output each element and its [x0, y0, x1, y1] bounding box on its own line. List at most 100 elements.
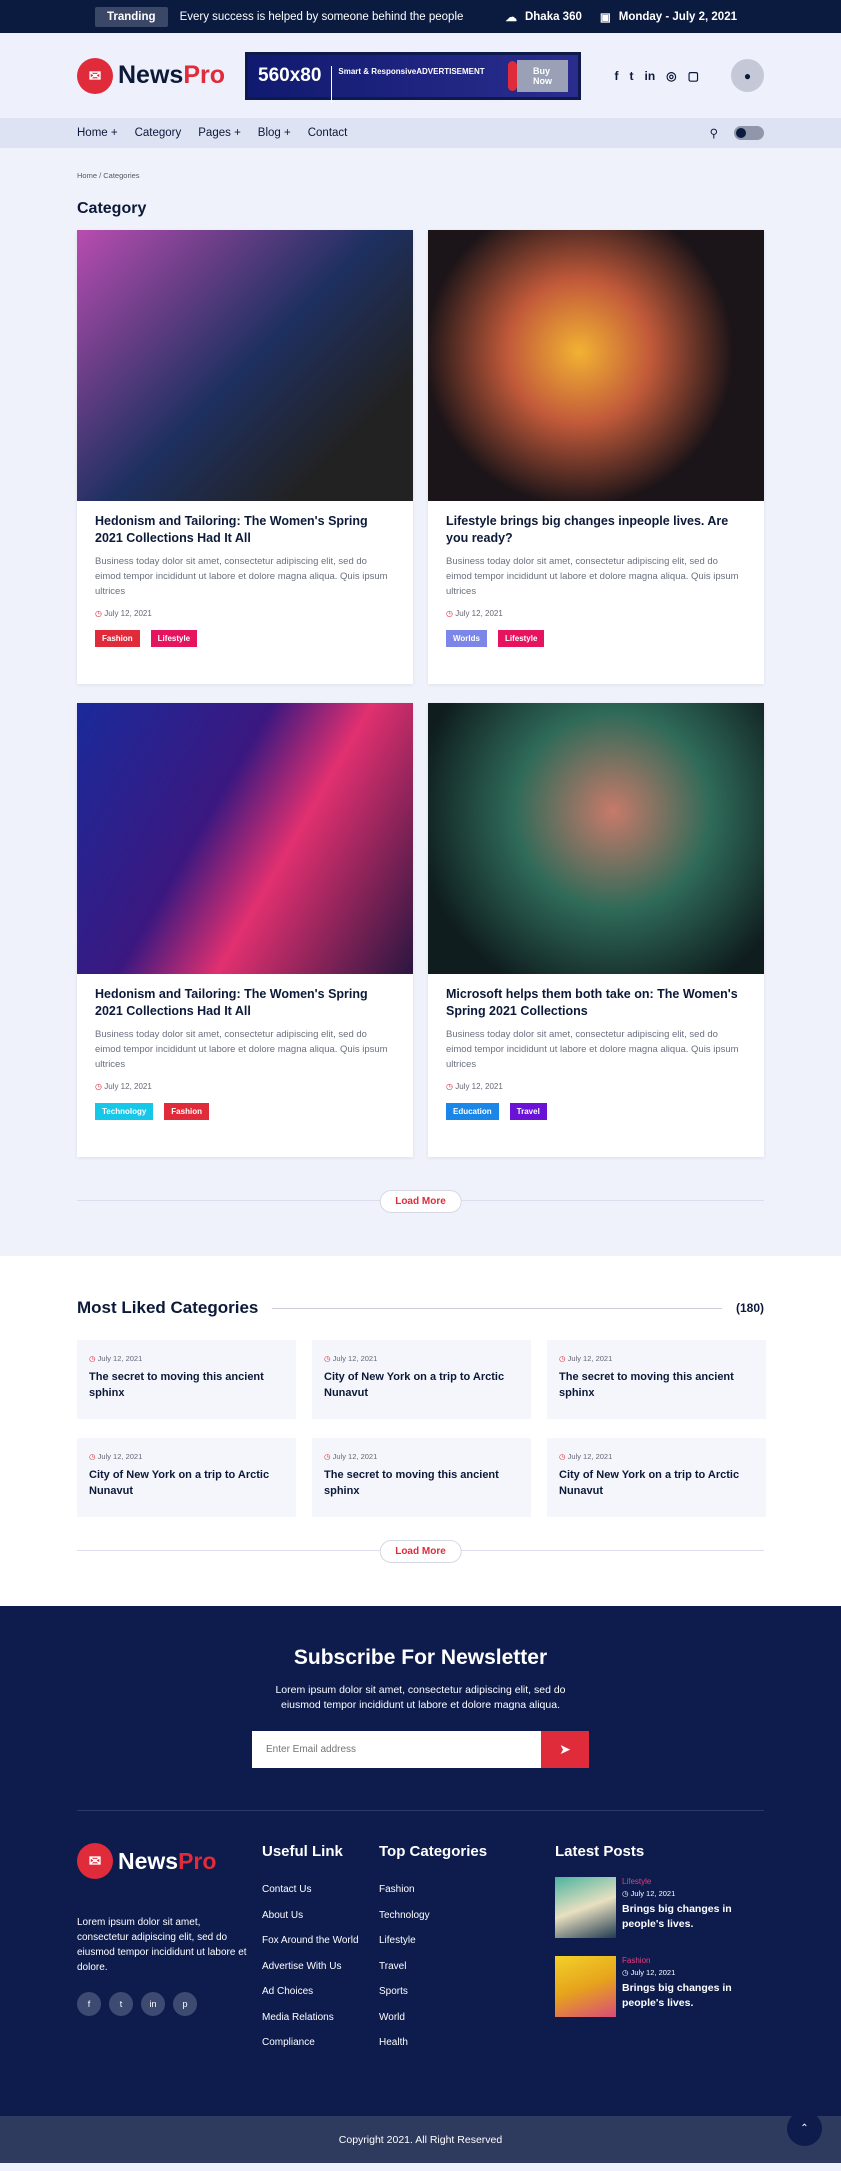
footer-category-link[interactable]: Travel [379, 1954, 555, 1980]
nav-pages[interactable]: Pages + [198, 127, 241, 139]
tag-badge[interactable]: Worlds [446, 630, 487, 647]
load-more-button[interactable]: Load More [379, 1540, 462, 1563]
tag-badge[interactable]: Technology [95, 1103, 154, 1120]
article-card[interactable]: Hedonism and Tailoring: The Women's Spri… [77, 230, 413, 684]
ad-size: 560x80 [258, 64, 322, 86]
weather-date: ☁ Dhaka 360 ▣ Monday - July 2, 2021 [505, 10, 841, 24]
latest-posts-title: Latest Posts [555, 1843, 645, 1860]
logo[interactable]: ✉ News Pro [77, 57, 225, 94]
subscribe-button[interactable]: ➤ [541, 1731, 589, 1768]
nav-home[interactable]: Home + [77, 127, 118, 139]
ad-banner[interactable]: 560x80 Smart & Responsive ADVERTISEMENT B… [245, 51, 581, 103]
footer-link[interactable]: Contact Us [262, 1877, 379, 1903]
footer-link[interactable]: Advertise With Us [262, 1954, 379, 1980]
logo-text: News [118, 1847, 179, 1874]
nav-blog[interactable]: Blog + [258, 127, 291, 139]
tag-badge[interactable]: Lifestyle [150, 630, 198, 647]
facebook-icon[interactable]: f [615, 69, 619, 83]
article-image[interactable] [77, 703, 413, 974]
nav-contact[interactable]: Contact [308, 127, 348, 139]
post-thumbnail[interactable] [555, 1877, 616, 1938]
article-date: ◷ July 12, 2021 [95, 609, 152, 618]
tag-badge[interactable]: Fashion [95, 630, 140, 647]
dark-mode-toggle[interactable] [734, 126, 764, 140]
weather-icon: ☁ [505, 11, 517, 24]
latest-post[interactable]: Fashion ◷ July 12, 2021 Brings big changes… [555, 1956, 742, 2017]
liked-item[interactable]: ◷ July 12, 2021 The secret to moving this… [547, 1340, 766, 1419]
article-title[interactable]: Hedonism and Tailoring: The Women's Spri… [95, 513, 395, 547]
nav-category[interactable]: Category [135, 127, 182, 139]
item-title[interactable]: The secret to moving this ancient sphinx [324, 1467, 519, 1499]
item-title[interactable]: City of New York on a trip to Arctic Nun… [559, 1467, 754, 1499]
footer-link[interactable]: Ad Choices [262, 1979, 379, 2005]
footer-link[interactable]: Fox Around the World [262, 1928, 379, 1954]
footer-category-link[interactable]: Technology [379, 1903, 555, 1929]
section-title: Most Liked Categories [77, 1298, 259, 1317]
footer-logo[interactable]: ✉ News Pro [77, 1843, 251, 1879]
article-image[interactable] [77, 230, 413, 501]
footer-category-link[interactable]: Health [379, 2030, 555, 2056]
footer-link[interactable]: About Us [262, 1903, 379, 1929]
article-card[interactable]: Microsoft helps them both take on: The W… [428, 703, 764, 1157]
twitter-icon[interactable]: t [109, 1992, 133, 2016]
article-excerpt: Business today dolor sit amet, consectet… [446, 556, 739, 597]
footer-category-link[interactable]: World [379, 2005, 555, 2031]
article-image[interactable] [428, 703, 764, 974]
item-title[interactable]: City of New York on a trip to Arctic Nun… [89, 1467, 284, 1499]
load-more-button[interactable]: Load More [379, 1190, 462, 1213]
post-category[interactable]: Lifestyle [622, 1877, 742, 1886]
liked-item[interactable]: ◷ July 12, 2021 The secret to moving this… [77, 1340, 296, 1419]
liked-item[interactable]: ◷ July 12, 2021 City of New York on a tri… [312, 1340, 531, 1419]
email-input[interactable] [252, 1731, 541, 1768]
trending-headline[interactable]: Every success is helped by someone behin… [180, 11, 464, 23]
scroll-top-button[interactable]: ⌃ [787, 2111, 822, 2146]
item-title[interactable]: The secret to moving this ancient sphinx [559, 1369, 754, 1401]
category-grid: Hedonism and Tailoring: The Women's Spri… [0, 218, 841, 1157]
liked-item[interactable]: ◷ July 12, 2021 The secret to moving this… [312, 1438, 531, 1517]
liked-item[interactable]: ◷ July 12, 2021 City of New York on a tri… [77, 1438, 296, 1517]
footer-category-link[interactable]: Fashion [379, 1877, 555, 1903]
post-title[interactable]: Brings big changes in people's lives. [622, 1902, 742, 1932]
linkedin-icon[interactable]: in [645, 69, 656, 83]
article-title[interactable]: Hedonism and Tailoring: The Women's Spri… [95, 986, 395, 1020]
article-date: ◷ July 12, 2021 [446, 1082, 503, 1091]
post-title[interactable]: Brings big changes in people's lives. [622, 1981, 742, 2011]
trending-badge[interactable]: Tranding [95, 6, 168, 27]
article-image[interactable] [428, 230, 764, 501]
article-title[interactable]: Microsoft helps them both take on: The W… [446, 986, 746, 1020]
load-more-row: Load More [77, 1540, 764, 1570]
article-date: ◷ July 12, 2021 [95, 1082, 152, 1091]
newsletter-text: Lorem ipsum dolor sit amet, consectetur … [275, 1684, 566, 1711]
item-title[interactable]: City of New York on a trip to Arctic Nun… [324, 1369, 519, 1401]
tag-badge[interactable]: Fashion [164, 1103, 209, 1120]
post-category[interactable]: Fashion [622, 1956, 742, 1965]
footer-category-link[interactable]: Sports [379, 1979, 555, 2005]
tag-badge[interactable]: Education [446, 1103, 499, 1120]
item-title[interactable]: The secret to moving this ancient sphinx [89, 1369, 284, 1401]
linkedin-icon[interactable]: in [141, 1992, 165, 2016]
footer-link[interactable]: Compliance [262, 2030, 379, 2056]
instagram-icon[interactable]: ▢ [688, 69, 699, 83]
footer-category-link[interactable]: Lifestyle [379, 1928, 555, 1954]
post-thumbnail[interactable] [555, 1956, 616, 2017]
tag-badge[interactable]: Lifestyle [497, 630, 545, 647]
search-icon[interactable]: ⚲ [710, 126, 718, 140]
clock-icon: ◷ [559, 1452, 566, 1461]
article-card[interactable]: Lifestyle brings big changes inpeople li… [428, 230, 764, 684]
article-title[interactable]: Lifestyle brings big changes inpeople li… [446, 513, 746, 547]
twitter-icon[interactable]: t [630, 69, 634, 83]
facebook-icon[interactable]: f [77, 1992, 101, 2016]
clock-icon: ◷ [95, 1082, 102, 1091]
logo-text-accent: Pro [183, 61, 225, 89]
footer-link[interactable]: Media Relations [262, 2005, 379, 2031]
latest-post[interactable]: Lifestyle ◷ July 12, 2021 Brings big chang… [555, 1877, 742, 1938]
user-avatar-button[interactable]: ● [731, 59, 764, 92]
article-card[interactable]: Hedonism and Tailoring: The Women's Spri… [77, 703, 413, 1157]
whatsapp-icon[interactable]: ◎ [666, 69, 676, 83]
article-excerpt: Business today dolor sit amet, consectet… [446, 1029, 739, 1070]
ad-buy-button[interactable]: Buy Now [517, 59, 568, 92]
tag-badge[interactable]: Travel [509, 1103, 547, 1120]
liked-item[interactable]: ◷ July 12, 2021 City of New York on a tri… [547, 1438, 766, 1517]
article-excerpt: Business today dolor sit amet, consectet… [95, 1029, 388, 1070]
pinterest-icon[interactable]: p [173, 1992, 197, 2016]
